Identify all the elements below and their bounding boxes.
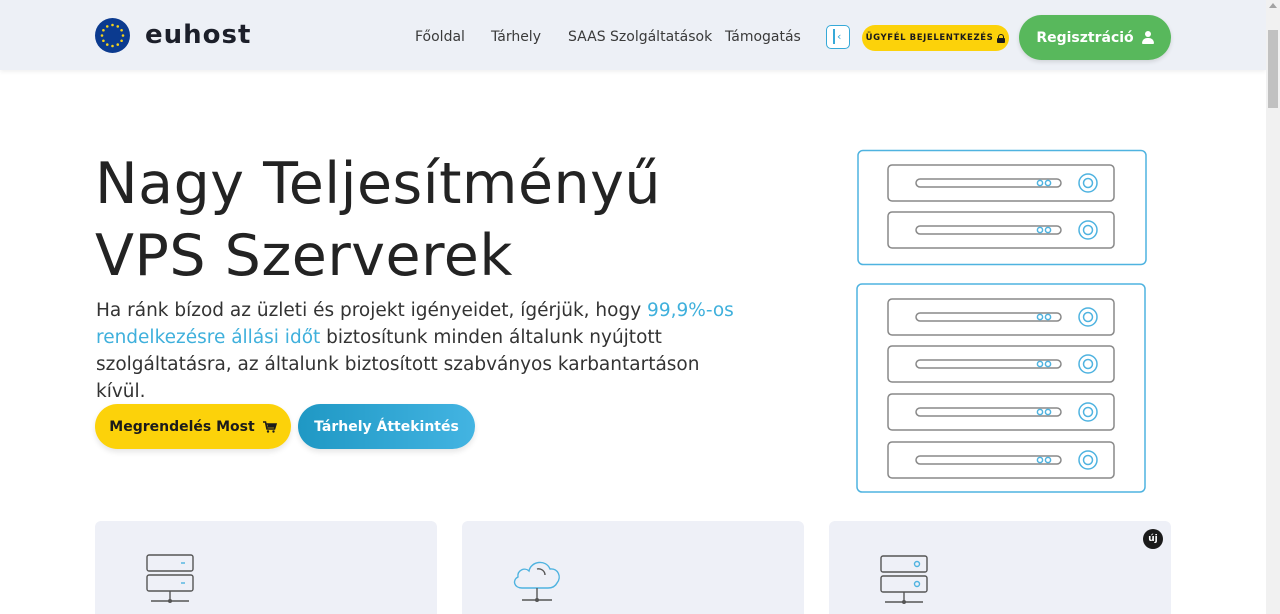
site-header: euhost Főoldal Tárhely SAAS Szolgáltatás… <box>0 0 1266 70</box>
register-label: Regisztráció <box>1036 29 1134 46</box>
nav-item-home[interactable]: Főoldal <box>415 29 465 45</box>
feature-card-1[interactable] <box>95 521 437 614</box>
lock-icon <box>997 33 1006 43</box>
eu-flag-icon <box>95 17 130 53</box>
hero-title-line2: VPS Szerverek <box>95 223 513 289</box>
brand-name: euhost <box>145 20 252 50</box>
user-icon <box>1141 31 1154 44</box>
feature-card-3[interactable] <box>829 521 1171 614</box>
feature-card-2[interactable] <box>462 521 804 614</box>
server-rack-icon <box>880 555 928 604</box>
page-scrollbar[interactable] <box>1266 0 1280 614</box>
nav-item-saas[interactable]: SAAS Szolgáltatások <box>568 29 712 45</box>
order-now-button[interactable]: Megrendelés Most <box>95 404 291 449</box>
nav-item-support[interactable]: Támogatás <box>725 29 801 45</box>
client-login-label: ÜGYFÉL BEJELENTKEZÉS <box>865 33 994 43</box>
hero-desc-part1: Ha ránk bízod az üzleti és projekt igény… <box>96 300 648 321</box>
nav-item-hosting[interactable]: Tárhely <box>491 29 541 45</box>
cart-icon <box>262 420 277 433</box>
cloud-network-icon <box>513 561 560 602</box>
new-badge: új <box>1143 529 1163 549</box>
logo[interactable]: euhost <box>95 17 251 53</box>
hero-title-line1: Nagy Teljesítményű <box>95 151 662 217</box>
scroll-up-arrow-icon[interactable] <box>1269 3 1277 8</box>
scroll-thumb[interactable] <box>1268 30 1278 108</box>
server-rack-illustration <box>856 149 1147 493</box>
hosting-overview-label: Tárhely Áttekintés <box>314 418 459 435</box>
order-now-label: Megrendelés Most <box>109 418 255 435</box>
hero-title: Nagy Teljesítményű VPS Szerverek <box>95 148 735 292</box>
server-network-icon <box>146 554 194 603</box>
client-login-button[interactable]: ÜGYFÉL BEJELENTKEZÉS <box>862 25 1009 51</box>
sidebar-collapse-icon[interactable]: ‹ <box>826 25 850 49</box>
hosting-overview-button[interactable]: Tárhely Áttekintés <box>298 404 475 449</box>
hero-description: Ha ránk bízod az üzleti és projekt igény… <box>96 297 736 405</box>
register-button[interactable]: Regisztráció <box>1019 15 1171 60</box>
